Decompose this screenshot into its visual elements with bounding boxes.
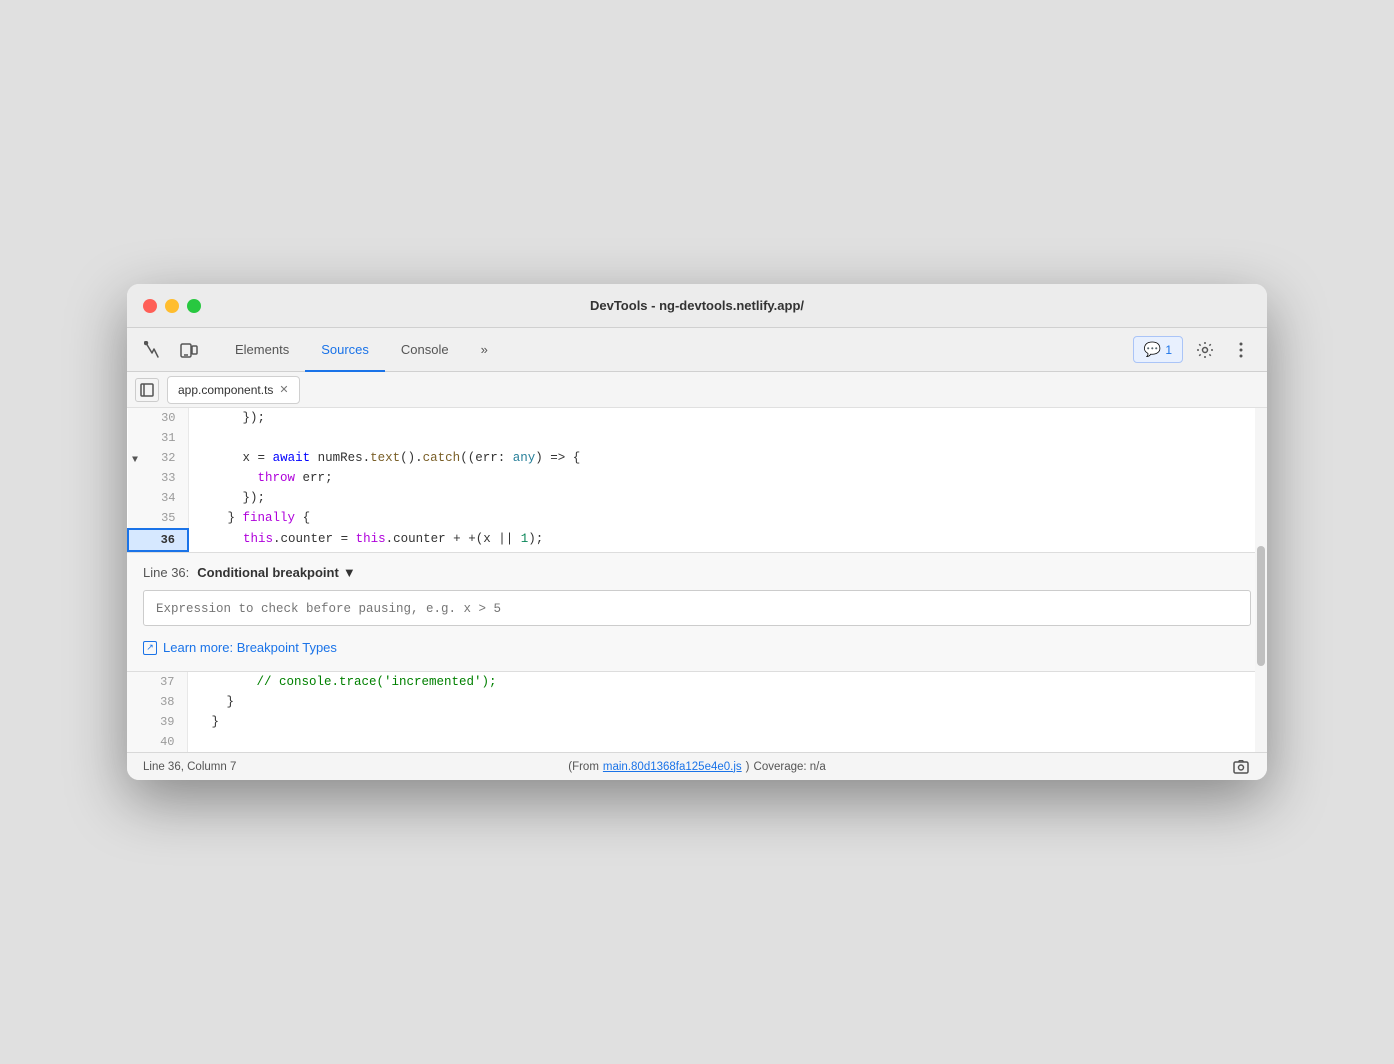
device-toolbar-icon[interactable] bbox=[175, 336, 203, 364]
code-line-33: 33 throw err; bbox=[128, 468, 1266, 488]
line-num-40[interactable]: 40 bbox=[127, 732, 187, 752]
line-code-37: // console.trace('incremented'); bbox=[187, 672, 1267, 692]
line-code-35: } finally { bbox=[188, 508, 1266, 529]
scrollbar[interactable] bbox=[1255, 408, 1267, 752]
line-num-35[interactable]: 35 bbox=[128, 508, 188, 529]
window-controls bbox=[143, 299, 201, 313]
toolbar-left-icons bbox=[139, 336, 203, 364]
line-code-32: x = await numRes.text().catch((err: any)… bbox=[188, 448, 1266, 468]
source-file-link[interactable]: main.80d1368fa125e4e0.js bbox=[603, 761, 742, 773]
code-lines-table: 30 }); 31 ▼ 32 x = await numRes.text().c… bbox=[127, 408, 1267, 552]
status-bar-right bbox=[887, 757, 1251, 777]
line-code-38: } bbox=[187, 692, 1267, 712]
breakpoint-line-label: Line 36: bbox=[143, 565, 189, 580]
breakpoint-input-wrapper bbox=[143, 590, 1251, 626]
maximize-button[interactable] bbox=[187, 299, 201, 313]
breakpoint-header: Line 36: Conditional breakpoint ▼ bbox=[143, 565, 1251, 580]
line-code-33: throw err; bbox=[188, 468, 1266, 488]
code-line-32: ▼ 32 x = await numRes.text().catch((err:… bbox=[128, 448, 1266, 468]
message-icon: 💬 bbox=[1144, 341, 1161, 358]
external-link-icon bbox=[143, 641, 157, 655]
code-line-30: 30 }); bbox=[128, 408, 1266, 428]
toolbar-right: 💬 1 bbox=[1133, 336, 1255, 364]
more-options-icon[interactable] bbox=[1227, 336, 1255, 364]
from-label: (From bbox=[568, 761, 599, 773]
line-num-39[interactable]: 39 bbox=[127, 712, 187, 732]
line-code-34: }); bbox=[188, 488, 1266, 508]
window-title: DevTools - ng-devtools.netlify.app/ bbox=[590, 298, 804, 313]
title-bar: DevTools - ng-devtools.netlify.app/ bbox=[127, 284, 1267, 328]
line-code-31 bbox=[188, 428, 1266, 448]
inspector-icon[interactable] bbox=[139, 336, 167, 364]
minimize-button[interactable] bbox=[165, 299, 179, 313]
code-line-31: 31 bbox=[128, 428, 1266, 448]
toolbar-tabs: Elements Sources Console » bbox=[219, 328, 1129, 372]
breakpoint-type-label: Conditional breakpoint bbox=[197, 565, 339, 580]
code-line-38: 38 } bbox=[127, 692, 1267, 712]
line-num-32[interactable]: ▼ 32 bbox=[128, 448, 188, 468]
line-num-38[interactable]: 38 bbox=[127, 692, 187, 712]
tab-console[interactable]: Console bbox=[385, 328, 465, 372]
chevron-down-icon: ▼ bbox=[343, 565, 356, 580]
file-tab-app-component[interactable]: app.component.ts ✕ bbox=[167, 376, 300, 404]
console-badge-button[interactable]: 💬 1 bbox=[1133, 336, 1183, 363]
code-lines-after: 37 // console.trace('incremented'); 38 }… bbox=[127, 672, 1267, 752]
status-bar-left: Line 36, Column 7 bbox=[143, 761, 507, 773]
code-line-36: 36 this.counter = this.counter + +(x || … bbox=[128, 529, 1266, 551]
screenshot-icon[interactable] bbox=[1231, 757, 1251, 777]
code-line-39: 39 } bbox=[127, 712, 1267, 732]
file-tab-name: app.component.ts bbox=[178, 383, 273, 397]
learn-more-link[interactable]: Learn more: Breakpoint Types bbox=[143, 640, 1251, 655]
sidebar-toggle-button[interactable] bbox=[135, 378, 159, 402]
status-bar-center: (From main.80d1368fa125e4e0.js ) Coverag… bbox=[515, 761, 879, 773]
code-line-34: 34 }); bbox=[128, 488, 1266, 508]
close-button[interactable] bbox=[143, 299, 157, 313]
file-tab-bar: app.component.ts ✕ bbox=[127, 372, 1267, 408]
learn-more-text: Learn more: Breakpoint Types bbox=[163, 640, 337, 655]
line-num-36[interactable]: 36 bbox=[128, 529, 188, 551]
devtools-toolbar: Elements Sources Console » 💬 1 bbox=[127, 328, 1267, 372]
status-bar: Line 36, Column 7 (From main.80d1368fa12… bbox=[127, 752, 1267, 780]
devtools-window: DevTools - ng-devtools.netlify.app/ Elem bbox=[127, 284, 1267, 780]
line-code-39: } bbox=[187, 712, 1267, 732]
line-num-37[interactable]: 37 bbox=[127, 672, 187, 692]
closing-paren: ) bbox=[746, 761, 750, 773]
breakpoint-expression-input[interactable] bbox=[156, 602, 1238, 616]
cursor-position: Line 36, Column 7 bbox=[143, 761, 236, 773]
main-content: 30 }); 31 ▼ 32 x = await numRes.text().c… bbox=[127, 408, 1267, 780]
code-line-40: 40 bbox=[127, 732, 1267, 752]
line-code-36: this.counter = this.counter + +(x || 1); bbox=[188, 529, 1266, 551]
tab-elements[interactable]: Elements bbox=[219, 328, 305, 372]
code-line-35: 35 } finally { bbox=[128, 508, 1266, 529]
coverage-label: Coverage: n/a bbox=[754, 761, 826, 773]
tab-sources[interactable]: Sources bbox=[305, 328, 385, 372]
line-num-30[interactable]: 30 bbox=[128, 408, 188, 428]
line-num-34[interactable]: 34 bbox=[128, 488, 188, 508]
breakpoint-panel: Line 36: Conditional breakpoint ▼ Learn … bbox=[127, 552, 1267, 672]
line-num-31[interactable]: 31 bbox=[128, 428, 188, 448]
line-num-33[interactable]: 33 bbox=[128, 468, 188, 488]
settings-icon[interactable] bbox=[1191, 336, 1219, 364]
code-line-37: 37 // console.trace('incremented'); bbox=[127, 672, 1267, 692]
tab-more[interactable]: » bbox=[465, 328, 504, 372]
file-tab-close-icon[interactable]: ✕ bbox=[279, 383, 288, 396]
line-code-30: }); bbox=[188, 408, 1266, 428]
scrollbar-thumb[interactable] bbox=[1257, 546, 1265, 666]
code-editor[interactable]: 30 }); 31 ▼ 32 x = await numRes.text().c… bbox=[127, 408, 1267, 752]
line-code-40 bbox=[187, 732, 1267, 752]
breakpoint-type-dropdown[interactable]: Conditional breakpoint ▼ bbox=[197, 565, 355, 580]
